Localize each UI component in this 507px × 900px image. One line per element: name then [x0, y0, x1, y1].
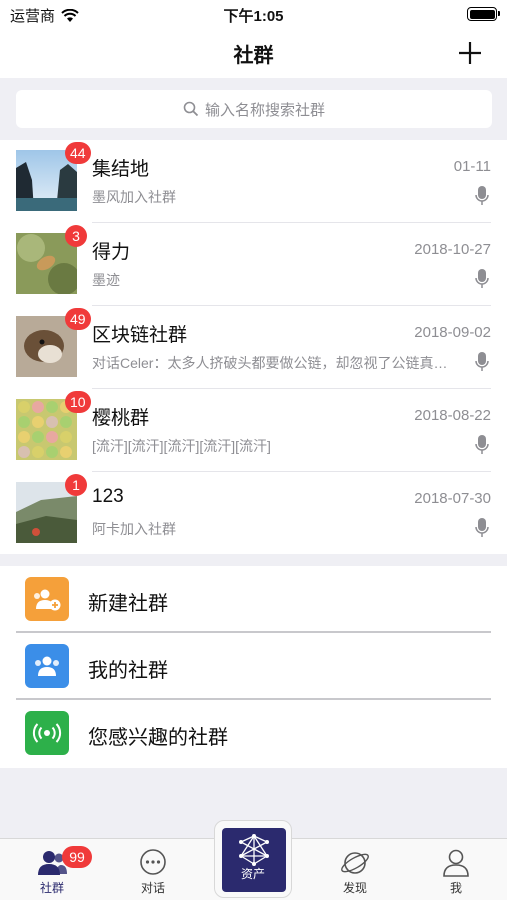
planet-icon — [341, 852, 369, 874]
community-row[interactable]: 10 樱桃群 2018-08-22 [流汗][流汗][流汗][流汗][流汗] — [0, 389, 507, 472]
community-name: 樱桃群 — [92, 408, 150, 429]
status-bar: 运营商 下午1:05 — [0, 0, 507, 28]
community-date: 2018-08-22 — [414, 407, 491, 424]
assets-tile — [222, 828, 286, 892]
add-group-icon — [34, 589, 61, 611]
search-placeholder: 输入名称搜索社群 — [204, 101, 325, 119]
tab-label: 资产 — [240, 867, 265, 881]
tab-assets[interactable]: 资产 — [214, 820, 292, 898]
community-name: 区块链社群 — [92, 325, 188, 346]
menu-icon-bg — [25, 644, 69, 688]
community-row[interactable]: 44 集结地 01-11 墨风加入社群 — [0, 140, 507, 223]
search-area: 输入名称搜索社群 — [0, 78, 507, 140]
microphone-icon — [475, 435, 489, 454]
community-last-message: 阿卡加入社群 — [92, 521, 176, 537]
community-menu: 新建社群 我的社群 您感兴趣的社群 — [0, 566, 507, 768]
community-date: 2018-10-27 — [414, 241, 491, 258]
menu-label: 我的社群 — [88, 660, 168, 682]
unread-badge: 3 — [65, 225, 87, 247]
unread-badge: 10 — [65, 391, 91, 413]
menu-item-new-community[interactable]: 新建社群 — [0, 566, 507, 633]
community-row[interactable]: 1 123 2018-07-30 阿卡加入社群 — [0, 472, 507, 555]
status-time: 下午1:05 — [223, 8, 284, 25]
menu-label: 您感兴趣的社群 — [88, 727, 228, 749]
microphone-icon — [475, 352, 489, 371]
group-icon — [35, 656, 59, 676]
community-last-message: 墨迹 — [92, 272, 120, 288]
menu-icon-bg — [25, 711, 69, 755]
tab-me[interactable]: 我 — [416, 839, 496, 900]
community-name: 123 — [92, 486, 124, 507]
asset-network-icon — [239, 834, 269, 866]
menu-item-interested-communities[interactable]: 您感兴趣的社群 — [0, 700, 507, 767]
tab-badge: 99 — [62, 846, 92, 868]
community-last-message: 墨风加入社群 — [92, 189, 176, 205]
tab-label: 社群 — [39, 881, 64, 895]
tab-discover[interactable]: 发现 — [315, 839, 395, 900]
menu-icon-bg — [25, 577, 69, 621]
search-icon — [183, 101, 199, 117]
microphone-icon — [475, 269, 489, 288]
microphone-icon — [475, 518, 489, 537]
tab-label: 我 — [449, 881, 462, 895]
community-date: 01-11 — [453, 158, 491, 175]
search-input[interactable]: 输入名称搜索社群 — [16, 90, 492, 128]
tab-chat[interactable]: 对话 — [113, 839, 193, 900]
unread-badge: 49 — [65, 308, 91, 330]
community-row[interactable]: 49 区块链社群 2018-09-02 对话Celer：太多人挤破头都要做公链，… — [0, 306, 507, 389]
nav-bar: 社群 — [0, 28, 507, 78]
tab-label: 发现 — [342, 881, 367, 895]
community-name: 集结地 — [92, 159, 150, 180]
add-icon[interactable] — [457, 40, 483, 66]
menu-item-my-communities[interactable]: 我的社群 — [0, 633, 507, 700]
profile-icon — [443, 849, 469, 877]
community-date: 2018-09-02 — [414, 324, 491, 341]
unread-badge: 1 — [65, 474, 87, 496]
community-last-message: 对话Celer：太多人挤破头都要做公链，却忽视了公链真正的问题 — [92, 355, 452, 371]
microphone-icon — [475, 186, 489, 205]
community-date: 2018-07-30 — [414, 490, 491, 507]
community-row[interactable]: 3 得力 2018-10-27 墨迹 — [0, 223, 507, 306]
menu-label: 新建社群 — [88, 593, 168, 615]
tab-label: 对话 — [140, 881, 165, 895]
page-title: 社群 — [233, 45, 274, 67]
broadcast-icon — [32, 723, 62, 743]
battery-icon — [467, 7, 500, 21]
community-name: 得力 — [92, 242, 131, 263]
chat-icon — [140, 849, 166, 875]
community-last-message: [流汗][流汗][流汗][流汗][流汗] — [92, 438, 271, 454]
community-list: 44 集结地 01-11 墨风加入社群 3 得力 2018-10-27 墨迹 4… — [0, 140, 507, 554]
unread-badge: 44 — [65, 142, 91, 164]
